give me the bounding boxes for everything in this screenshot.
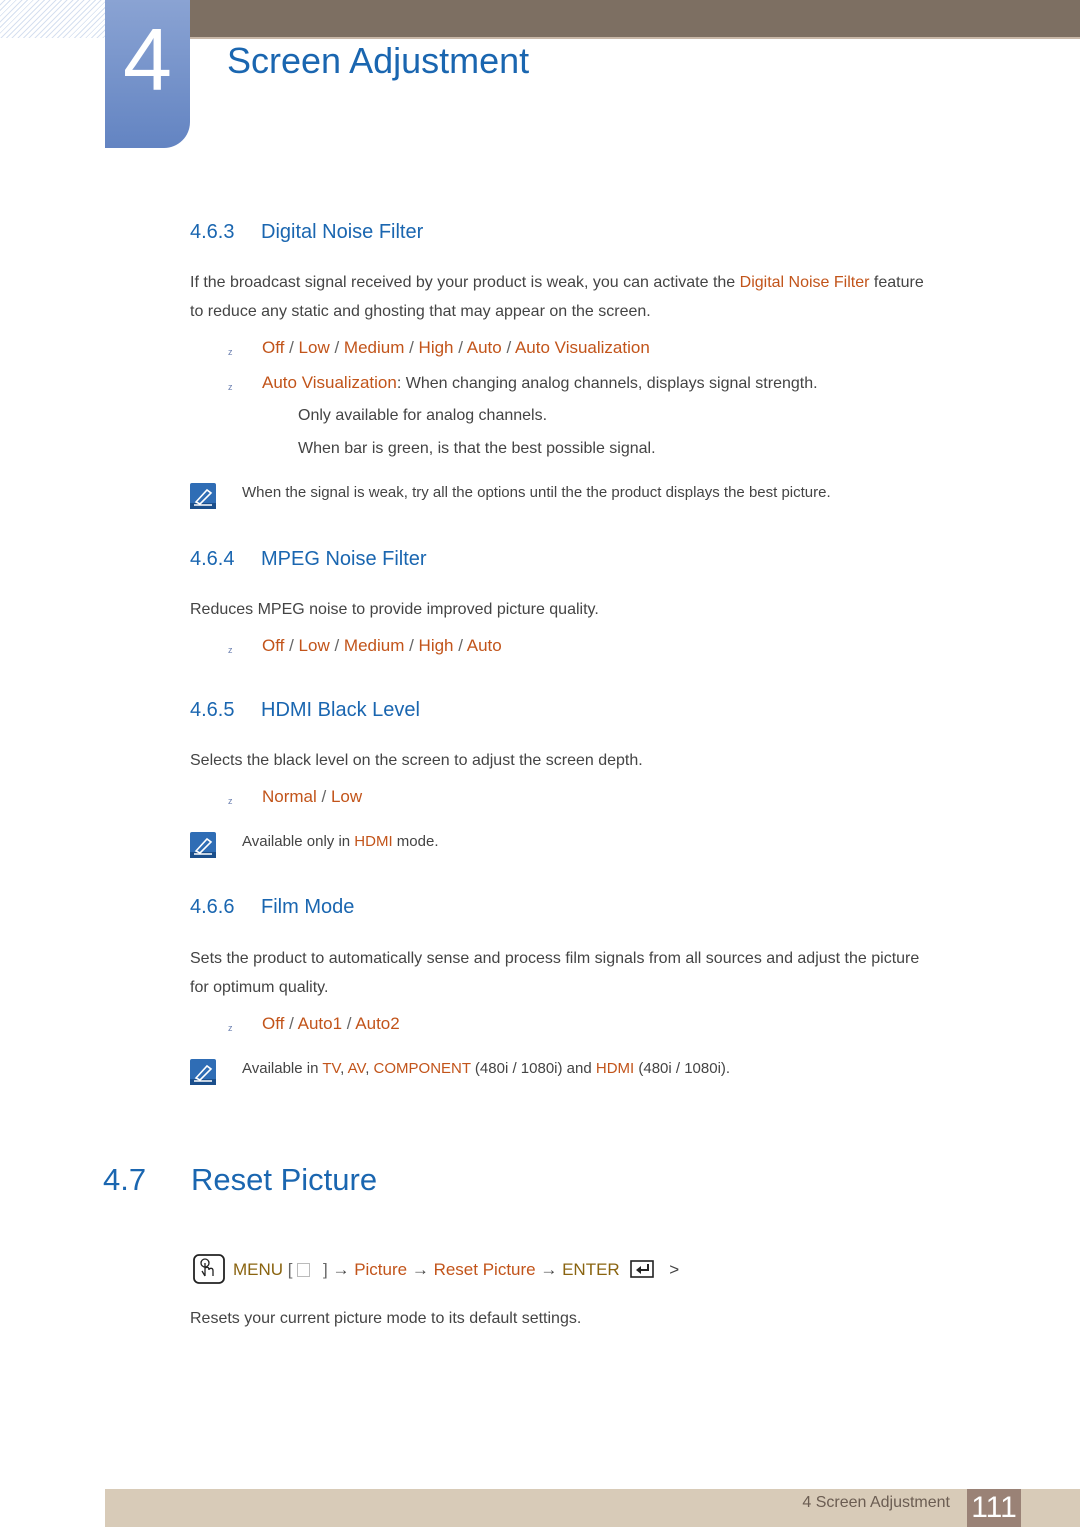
option-medium: Medium [343, 338, 405, 357]
highlight-term: HDMI [354, 833, 393, 850]
option-low: Low [298, 636, 330, 655]
text: to reduce any static and ghosting that m… [190, 303, 651, 320]
dnf-options: Off / Low / Medium / High / Auto / Auto … [262, 338, 650, 357]
header-bar [190, 0, 1080, 39]
bullet-icon: z [228, 645, 233, 655]
section-heading-film-mode: 4.6.6 Film Mode [190, 896, 354, 919]
bullet-icon: z [228, 347, 233, 357]
option-auto1: Auto1 [297, 1014, 343, 1033]
highlight-term: HDMI [595, 1060, 635, 1077]
text: (480i / 1080i) and [470, 1060, 596, 1077]
film-description: Sets the product to automatically sense … [190, 944, 1020, 1002]
film-options: Off / Auto1 / Auto2 [262, 1014, 400, 1033]
menu-key: MENU [233, 1260, 284, 1279]
option-auto: Auto [466, 338, 502, 357]
section-number: 4.7 [103, 1162, 147, 1197]
header-hatch-decoration [0, 0, 105, 38]
dnf-description: If the broadcast signal received by your… [190, 268, 1020, 326]
menu-path: MENU [ ] → Picture → Reset Picture → ENT… [233, 1260, 679, 1283]
enter-key: ENTER [562, 1260, 620, 1279]
option-auto2: Auto2 [355, 1014, 400, 1033]
arrow: → [411, 1260, 429, 1279]
option-normal: Normal [262, 787, 317, 806]
section-title: Reset Picture [191, 1162, 378, 1197]
hand-press-icon [193, 1254, 225, 1289]
section-title: MPEG Noise Filter [261, 548, 427, 570]
hdmi-note: Available only in HDMI mode. [242, 827, 438, 856]
hdmi-description: Selects the black level on the screen to… [190, 752, 643, 769]
reset-description: Resets your current picture mode to its … [190, 1310, 582, 1327]
auto-visualization-description: Auto Visualization: When changing analog… [262, 368, 818, 398]
option-auto: Auto [466, 636, 502, 655]
footer-chapter-label: 4 Screen Adjustment [802, 1494, 950, 1511]
option-medium: Medium [343, 636, 405, 655]
page-number: 111 [967, 1489, 1021, 1527]
option-high: High [418, 338, 454, 357]
option-low: Low [298, 338, 330, 357]
section-number: 4.6.6 [190, 896, 235, 918]
bullet-icon: z [228, 796, 233, 806]
chapter-title: Screen Adjustment [227, 40, 530, 81]
section-heading-mpeg-noise-filter: 4.6.4 MPEG Noise Filter [190, 548, 427, 571]
highlight-term: Digital Noise Filter [739, 274, 870, 291]
section-heading-digital-noise-filter: 4.6.3 Digital Noise Filter [190, 221, 423, 244]
option-off: Off [262, 338, 285, 357]
option-high: High [418, 636, 454, 655]
text: Available in [242, 1060, 323, 1077]
text: : When changing analog channels, display… [396, 375, 818, 392]
bullet-icon: z [228, 1023, 233, 1033]
text: , [365, 1060, 374, 1077]
text: feature [869, 274, 924, 291]
section-title: HDMI Black Level [261, 699, 420, 721]
menu-path-reset-picture: Reset Picture [433, 1260, 536, 1279]
text: Sets the product to automatically sense … [190, 950, 920, 967]
chapter-number: 4 [123, 10, 172, 109]
bracket: [ [287, 1260, 293, 1279]
section-title: Digital Noise Filter [261, 221, 424, 243]
mpeg-options: Off / Low / Medium / High / Auto [262, 636, 502, 655]
note-icon [190, 483, 216, 514]
text: Available only in [242, 833, 355, 850]
note-icon [190, 832, 216, 863]
option-low: Low [330, 787, 363, 806]
dnf-note: When the signal is weak, try all the opt… [242, 484, 831, 501]
bracket: ] [322, 1260, 328, 1279]
text: , [340, 1060, 348, 1077]
highlight-term: COMPONENT [373, 1060, 471, 1077]
note-icon [190, 1059, 216, 1090]
option-auto-visualization: Auto Visualization [514, 338, 650, 357]
arrow: → [332, 1260, 350, 1279]
text: mode. [392, 833, 439, 850]
text: for optimum quality. [190, 979, 329, 996]
text: If the broadcast signal received by your… [190, 274, 740, 291]
bullet-icon: z [228, 382, 233, 392]
highlight-term: AV [347, 1060, 366, 1077]
mpeg-description: Reduces MPEG noise to provide improved p… [190, 601, 599, 618]
section-heading-hdmi-black-level: 4.6.5 HDMI Black Level [190, 699, 420, 722]
option-off: Off [262, 636, 285, 655]
section-number: 4.6.4 [190, 548, 235, 570]
film-note: Available in TV, AV, COMPONENT (480i / 1… [242, 1054, 730, 1083]
arrow: → [540, 1260, 558, 1279]
option-off: Off [262, 1014, 285, 1033]
av-note-line: When bar is green, is that the best poss… [298, 440, 656, 457]
enter-icon [630, 1260, 655, 1283]
menu-button-icon [296, 1263, 310, 1277]
av-note-line: Only available for analog channels. [298, 407, 548, 424]
text: (480i / 1080i). [634, 1060, 731, 1077]
highlight-term: TV [322, 1060, 341, 1077]
menu-path-picture: Picture [354, 1260, 408, 1279]
tail-symbol: > [669, 1260, 680, 1279]
section-number: 4.6.3 [190, 221, 235, 243]
section-title: Film Mode [261, 896, 355, 918]
hdmi-options: Normal / Low [262, 787, 363, 806]
highlight-term: Auto Visualization [262, 373, 397, 392]
section-number: 4.6.5 [190, 699, 235, 721]
section-heading-reset-picture: 4.7 Reset Picture [103, 1162, 377, 1198]
